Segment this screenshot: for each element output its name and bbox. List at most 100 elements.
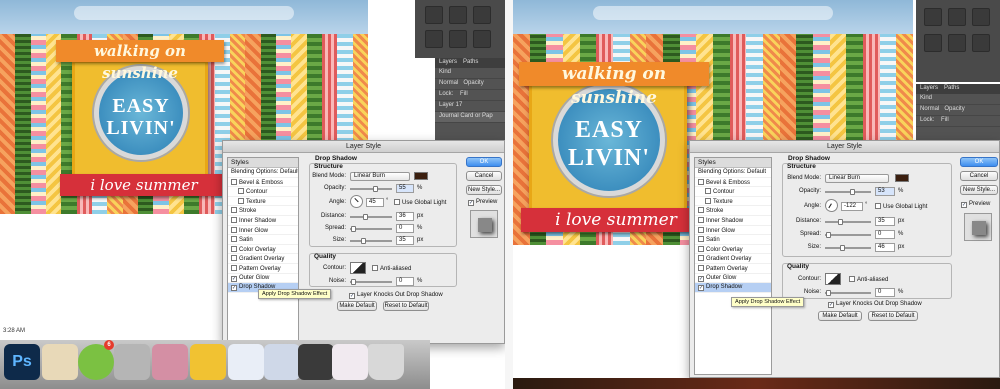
style-item[interactable]: Contour: [695, 187, 771, 197]
reset-default-button[interactable]: Reset to Default: [383, 301, 429, 311]
size-field[interactable]: 35: [396, 236, 414, 245]
global-light-checkbox[interactable]: Use Global Light: [875, 203, 927, 210]
make-default-button[interactable]: Make Default: [818, 311, 862, 321]
style-checkbox[interactable]: [698, 236, 704, 243]
styles-header[interactable]: Styles: [228, 158, 298, 168]
style-checkbox[interactable]: ✓: [231, 285, 237, 292]
layer-row[interactable]: Layer 17: [435, 101, 505, 112]
distance-slider[interactable]: [350, 214, 392, 220]
contour-picker[interactable]: [825, 273, 841, 285]
style-item[interactable]: Texture: [695, 197, 771, 207]
style-checkbox[interactable]: [698, 264, 704, 271]
cancel-button[interactable]: Cancel: [466, 171, 502, 181]
style-item[interactable]: Inner Glow: [228, 226, 298, 236]
style-item[interactable]: ✓ Drop Shadow: [695, 283, 771, 293]
blend-row[interactable]: Normal Opacity: [916, 105, 1000, 116]
style-item[interactable]: ✓ Outer Glow: [228, 274, 298, 284]
reset-default-button[interactable]: Reset to Default: [868, 311, 918, 321]
style-item[interactable]: Bevel & Emboss: [228, 178, 298, 188]
distance-slider[interactable]: [825, 219, 871, 225]
style-checkbox[interactable]: ✓: [231, 275, 237, 282]
style-checkbox[interactable]: [231, 255, 237, 262]
swatch[interactable]: [972, 8, 990, 26]
blend-mode-select[interactable]: Linear Burn: [350, 172, 410, 181]
kind-filter[interactable]: Kind: [916, 94, 1000, 105]
style-checkbox[interactable]: [705, 188, 711, 195]
style-item[interactable]: Blending Options: Default: [228, 168, 298, 178]
style-item[interactable]: Pattern Overlay: [695, 264, 771, 274]
tab-paths[interactable]: Paths: [944, 85, 959, 93]
style-checkbox[interactable]: [231, 216, 237, 223]
anti-aliased-checkbox[interactable]: Anti-aliased: [849, 276, 888, 283]
trash-dock-icon[interactable]: [368, 344, 404, 380]
angle-dial[interactable]: [347, 192, 366, 211]
swatch[interactable]: [473, 6, 491, 24]
style-checkbox[interactable]: [238, 197, 244, 204]
kind-filter[interactable]: Kind: [435, 68, 505, 79]
preview-checkbox[interactable]: ✓ Preview: [468, 199, 497, 206]
photoshop-dock-icon[interactable]: Ps: [4, 344, 40, 380]
style-checkbox[interactable]: [231, 236, 237, 243]
style-item[interactable]: Color Overlay: [695, 245, 771, 255]
style-item[interactable]: Bevel & Emboss: [695, 178, 771, 188]
opacity-field[interactable]: 55: [396, 184, 414, 193]
new-style-button[interactable]: New Style...: [466, 185, 502, 195]
noise-field[interactable]: 0: [396, 277, 414, 286]
window-dock-icon[interactable]: [264, 344, 300, 380]
style-checkbox[interactable]: ✓: [698, 275, 704, 282]
style-checkbox[interactable]: [698, 226, 704, 233]
opacity-field[interactable]: 53: [875, 187, 895, 196]
swatch[interactable]: [972, 34, 990, 52]
anti-aliased-checkbox[interactable]: Anti-aliased: [372, 265, 411, 272]
swatch[interactable]: [449, 6, 467, 24]
distance-field[interactable]: 36: [396, 212, 414, 221]
swatch[interactable]: [924, 34, 942, 52]
tab-layers[interactable]: Layers: [439, 59, 457, 67]
make-default-button[interactable]: Make Default: [337, 301, 377, 311]
style-checkbox[interactable]: [231, 226, 237, 233]
document-dock-icon[interactable]: [42, 344, 78, 380]
angle-field[interactable]: 45: [366, 198, 384, 207]
global-light-checkbox[interactable]: Use Global Light: [394, 199, 446, 206]
swatch[interactable]: [948, 8, 966, 26]
style-checkbox[interactable]: [231, 178, 237, 185]
style-item[interactable]: Inner Shadow: [228, 216, 298, 226]
style-item[interactable]: Contour: [228, 187, 298, 197]
printer-dock-icon[interactable]: [114, 344, 150, 380]
cancel-button[interactable]: Cancel: [960, 171, 998, 181]
style-item[interactable]: Gradient Overlay: [695, 254, 771, 264]
opacity-slider[interactable]: [825, 189, 871, 195]
style-item[interactable]: Texture: [228, 197, 298, 207]
ok-button[interactable]: OK: [466, 157, 502, 167]
style-checkbox[interactable]: ✓: [698, 285, 704, 292]
style-checkbox[interactable]: [238, 188, 244, 195]
style-item[interactable]: Inner Shadow: [695, 216, 771, 226]
swatch[interactable]: [924, 8, 942, 26]
style-checkbox[interactable]: [705, 197, 711, 204]
blend-row[interactable]: Normal Opacity: [435, 79, 505, 90]
swatch[interactable]: [425, 30, 443, 48]
photo-dock-icon[interactable]: [152, 344, 188, 380]
blend-mode-select[interactable]: Linear Burn: [825, 174, 889, 183]
distance-field[interactable]: 35: [875, 217, 895, 226]
style-item[interactable]: Gradient Overlay: [228, 254, 298, 264]
knockout-checkbox[interactable]: ✓ Layer Knocks Out Drop Shadow: [828, 301, 922, 308]
size-slider[interactable]: [350, 238, 392, 244]
layer-row-selected[interactable]: Journal Card or Pap: [435, 112, 505, 123]
angle-dial[interactable]: [822, 196, 841, 215]
style-checkbox[interactable]: [698, 207, 704, 214]
style-item[interactable]: Stroke: [228, 206, 298, 216]
spread-field[interactable]: 0: [875, 230, 895, 239]
spread-slider[interactable]: [350, 226, 392, 232]
style-checkbox[interactable]: [698, 178, 704, 185]
size-slider[interactable]: [825, 245, 871, 251]
style-item[interactable]: ✓ Outer Glow: [695, 274, 771, 284]
styles-header[interactable]: Styles: [695, 158, 771, 168]
style-item[interactable]: Satin: [228, 235, 298, 245]
style-checkbox[interactable]: [231, 207, 237, 214]
swatch[interactable]: [473, 30, 491, 48]
style-item[interactable]: Blending Options: Default: [695, 168, 771, 178]
window-dock-icon[interactable]: [298, 344, 334, 380]
style-checkbox[interactable]: [698, 245, 704, 252]
window-dock-icon[interactable]: [228, 344, 264, 380]
